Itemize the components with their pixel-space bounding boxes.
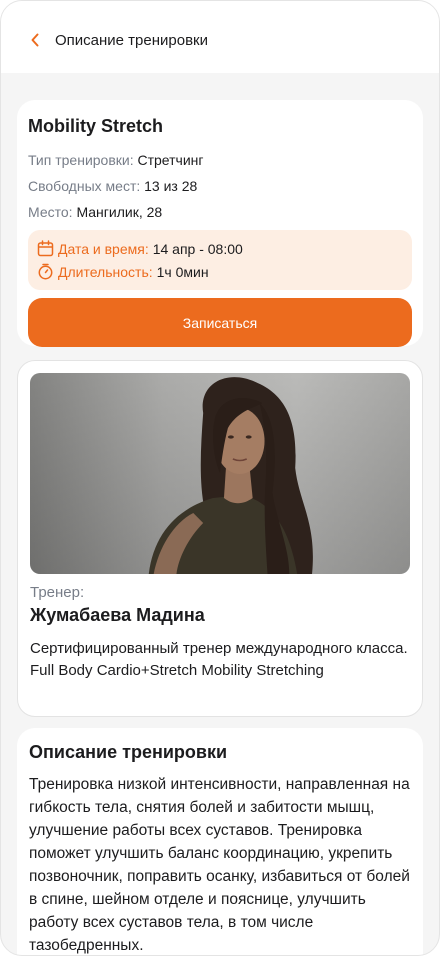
back-button[interactable] (25, 28, 45, 52)
trainer-name: Жумабаева Мадина (30, 605, 205, 625)
duration-row: Длительность: 1ч 0мин (37, 260, 403, 283)
trainer-card: Тренер: Жумабаева Мадина Сертифицированн… (17, 360, 423, 717)
screen: Описание тренировки Mobility Stretch Тип… (0, 0, 440, 956)
place-value: Мангилик, 28 (76, 204, 163, 220)
datetime-label: Дата и время: (58, 240, 149, 257)
datetime-row: Дата и время: 14 апр - 08:00 (37, 237, 403, 260)
trainer-photo (30, 373, 410, 574)
workout-type-row: Тип тренировки: Стретчинг (28, 147, 412, 173)
calendar-icon (37, 240, 54, 257)
stopwatch-icon (38, 263, 53, 280)
duration-value: 1ч 0мин (156, 263, 209, 280)
duration-label: Длительность: (58, 263, 153, 280)
place-label: Место: (28, 204, 73, 220)
description-text: Тренировка низкой интенсивности, направл… (29, 776, 410, 954)
free-spots-row: Свободных мест: 13 из 28 (28, 173, 412, 199)
free-spots-label: Свободных мест: (28, 178, 141, 194)
page-title: Описание тренировки (55, 31, 208, 49)
workout-info-card: Mobility Stretch Тип тренировки: Стретчи… (17, 100, 423, 347)
top-bar: Описание тренировки (1, 1, 439, 73)
place-row: Место: Мангилик, 28 (28, 199, 412, 225)
workout-type-label: Тип тренировки: (28, 152, 134, 168)
trainer-label: Тренер: (30, 584, 85, 601)
datetime-value: 14 апр - 08:00 (152, 240, 243, 257)
free-spots-value: 13 из 28 (144, 178, 198, 194)
schedule-highlight-box: Дата и время: 14 апр - 08:00 Длительност… (28, 230, 412, 290)
signup-button[interactable]: Записаться (28, 298, 412, 347)
description-title: Описание тренировки (29, 742, 228, 762)
chevron-left-icon (31, 33, 39, 47)
workout-description-card: Описание тренировки Тренировка низкой ин… (17, 728, 423, 955)
workout-type-value: Стретчинг (137, 152, 204, 168)
workout-title: Mobility Stretch (28, 116, 164, 136)
trainer-description: Сертифицированный тренер международного … (30, 640, 408, 679)
